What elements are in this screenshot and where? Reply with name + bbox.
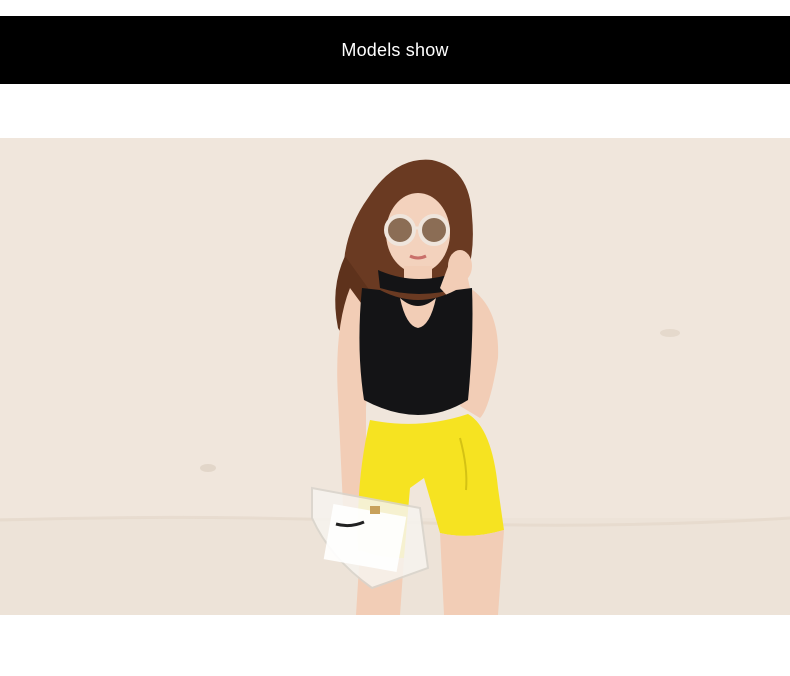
model-illustration <box>0 138 790 615</box>
section-header: Models show <box>0 16 790 84</box>
right-leg <box>440 530 504 615</box>
model-photo <box>0 138 790 615</box>
page: Models show <box>0 0 790 676</box>
section-title: Models show <box>341 39 449 60</box>
